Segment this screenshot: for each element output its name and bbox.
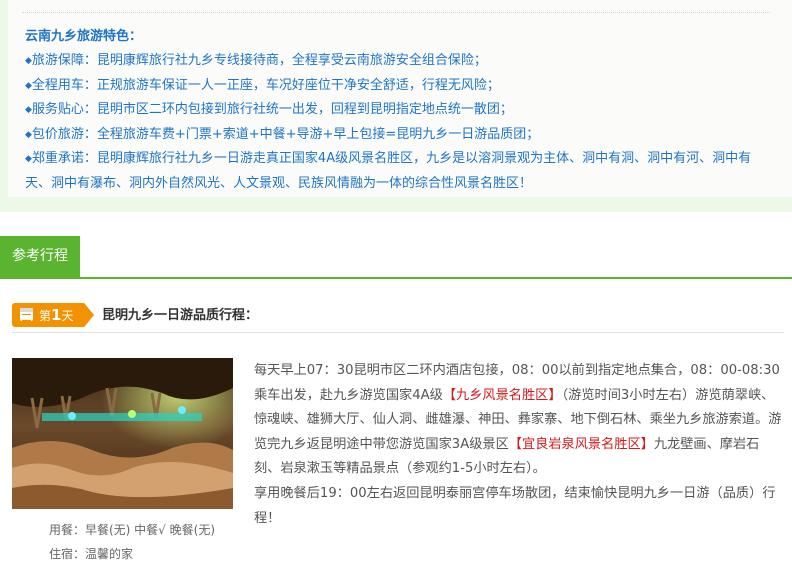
day-label: 第1天 [39,306,74,324]
stay-info: 住宿：温馨的家 [49,547,134,561]
meal-info: 用餐：早餐(无) 中餐√ 晚餐(无) [49,523,216,537]
day-title: 昆明九乡一日游品质行程： [102,308,259,323]
feature-item: ◆旅游保障：昆明康辉旅行社九乡专线接待商，全程享受云南旅游安全组合保险； [25,53,487,68]
features-title: 云南九乡旅游特色： [25,29,143,44]
divider [22,12,770,13]
tab-reference-itinerary[interactable]: 参考行程 [0,236,80,277]
cave-photo-graphic [12,358,233,509]
tab-bar: 参考行程 [0,236,792,279]
diamond-bullet-icon: ◆ [25,80,32,91]
diamond-bullet-icon: ◆ [25,56,32,66]
feature-item: ◆全程用车：正规旅游车保证一人一正座，车况好座位干净安全舒适，行程无风险； [25,77,500,93]
highlight-yanquan[interactable]: 【宜良岩泉风景名胜区】 [509,437,654,452]
diamond-bullet-icon: ◆ [25,129,32,140]
features-section: 云南九乡旅游特色： ◆旅游保障：昆明康辉旅行社九乡专线接待商，全程享受云南旅游安… [0,0,792,212]
day-header: 第1天 昆明九乡一日游品质行程： [12,300,784,333]
day-badge: 第1天 [12,303,94,327]
cave-photo [12,358,233,509]
feature-item: ◆郑重承诺：昆明康辉旅行社九乡一日游走真正国家4A级风景名胜区，九乡是以溶洞景观… [25,151,752,191]
feature-item: ◆服务贴心：昆明市区二环内包接到旅行社统一出发，回程到昆明指定地点统一散团； [25,102,513,117]
diamond-bullet-icon: ◆ [25,154,32,164]
itinerary-text: 每天早上07：30昆明市区二环内酒店包接，08：00以前到指定地点集合，08：0… [254,363,782,526]
calendar-icon [20,308,33,321]
highlight-jiuxiang[interactable]: 【九乡风景名胜区】 [443,388,562,403]
feature-item: ◆包价旅游：全程旅游车费+门票+索道+中餐+导游+早上包接=昆明九乡一日游品质团… [25,126,540,142]
features-list: ◆旅游保障：昆明康辉旅行社九乡专线接待商，全程享受云南旅游安全组合保险； ◆全程… [25,49,775,196]
diamond-bullet-icon: ◆ [25,105,32,115]
